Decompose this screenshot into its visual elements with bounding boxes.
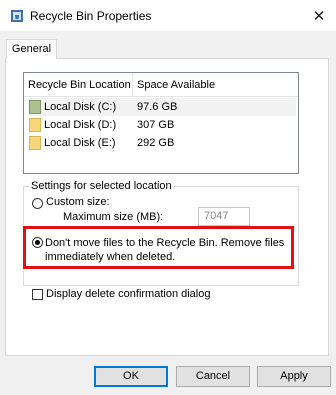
drive-space: 292 GB bbox=[137, 137, 175, 149]
drive-space: 97.6 GB bbox=[137, 101, 178, 113]
list-header: Recycle Bin Location Space Available bbox=[24, 73, 298, 97]
column-divider[interactable] bbox=[132, 73, 133, 96]
drive-name: Local Disk (E:) bbox=[44, 137, 116, 149]
settings-group-label: Settings for selected location bbox=[29, 180, 174, 192]
ok-button[interactable]: OK bbox=[94, 366, 168, 387]
delete-confirmation-checkbox[interactable] bbox=[32, 289, 43, 300]
dont-move-label: Don't move files to the Recycle Bin. Rem… bbox=[45, 237, 285, 263]
drive-space: 307 GB bbox=[137, 119, 175, 131]
list-item[interactable]: Local Disk (E:) 292 GB bbox=[28, 134, 296, 152]
delete-confirmation-label: Display delete confirmation dialog bbox=[46, 288, 211, 300]
custom-size-label: Custom size: bbox=[46, 196, 110, 208]
apply-button[interactable]: Apply bbox=[257, 366, 331, 387]
custom-size-radio[interactable] bbox=[32, 198, 43, 209]
max-size-label: Maximum size (MB): bbox=[63, 211, 164, 223]
title-bar: Recycle Bin Properties ✕ bbox=[0, 0, 336, 31]
drive-icon bbox=[29, 118, 41, 132]
window-title: Recycle Bin Properties bbox=[30, 9, 152, 23]
close-icon: ✕ bbox=[312, 6, 326, 25]
system-drive-icon bbox=[29, 100, 41, 114]
column-header-space[interactable]: Space Available bbox=[137, 79, 215, 91]
tab-general[interactable]: General bbox=[6, 39, 57, 59]
drive-icon bbox=[29, 136, 41, 150]
close-button[interactable]: ✕ bbox=[302, 0, 336, 31]
recycle-bin-icon bbox=[11, 10, 23, 22]
drive-name: Local Disk (D:) bbox=[44, 119, 117, 131]
recycle-bin-location-list[interactable]: Recycle Bin Location Space Available Loc… bbox=[23, 72, 299, 174]
drive-name: Local Disk (C:) bbox=[44, 101, 117, 113]
cancel-button[interactable]: Cancel bbox=[176, 366, 250, 387]
dont-move-radio[interactable] bbox=[32, 237, 43, 248]
list-item[interactable]: Local Disk (D:) 307 GB bbox=[28, 116, 296, 134]
radio-selected-dot bbox=[35, 240, 40, 245]
list-item[interactable]: Local Disk (C:) 97.6 GB bbox=[28, 98, 296, 116]
column-header-location[interactable]: Recycle Bin Location bbox=[28, 79, 131, 91]
max-size-field[interactable]: 7047 bbox=[198, 207, 250, 226]
